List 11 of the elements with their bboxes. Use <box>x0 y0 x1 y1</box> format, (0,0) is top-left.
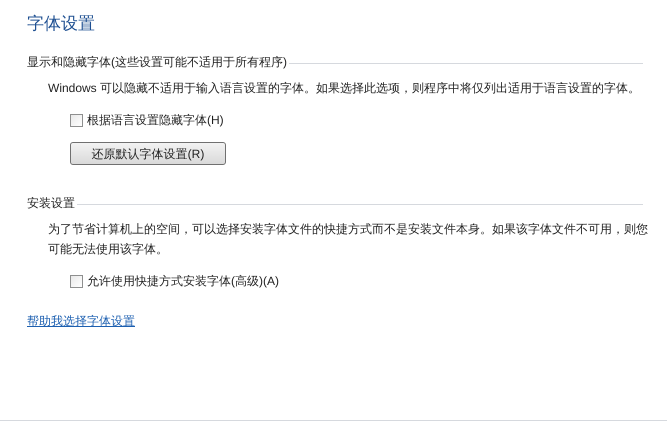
checkbox-label: 允许使用快捷方式安装字体(高级)(A) <box>87 273 279 289</box>
checkbox[interactable] <box>70 114 83 126</box>
section-description: 为了节省计算机上的空间，可以选择安装字体文件的快捷方式而不是安装文件本身。如果该字体文件不可用，则您可能无法使用该字体。 <box>48 221 648 258</box>
help-link[interactable]: 帮助我选择字体设置 <box>27 313 135 329</box>
section-heading: 显示和隐藏字体(这些设置可能不适用于所有程序) <box>27 54 287 70</box>
restore-defaults-button[interactable]: 还原默认字体设置(R) <box>70 142 226 165</box>
page-title: 字体设置 <box>27 13 96 35</box>
section-description: Windows 可以隐藏不适用于输入语言设置的字体。如果选择此选项，则程序中将仅列出适用于语言设置的字体。 <box>48 80 642 97</box>
checkbox-label: 根据语言设置隐藏字体(H) <box>87 112 224 128</box>
section-heading: 安装设置 <box>27 195 75 211</box>
checkbox[interactable] <box>70 274 83 288</box>
